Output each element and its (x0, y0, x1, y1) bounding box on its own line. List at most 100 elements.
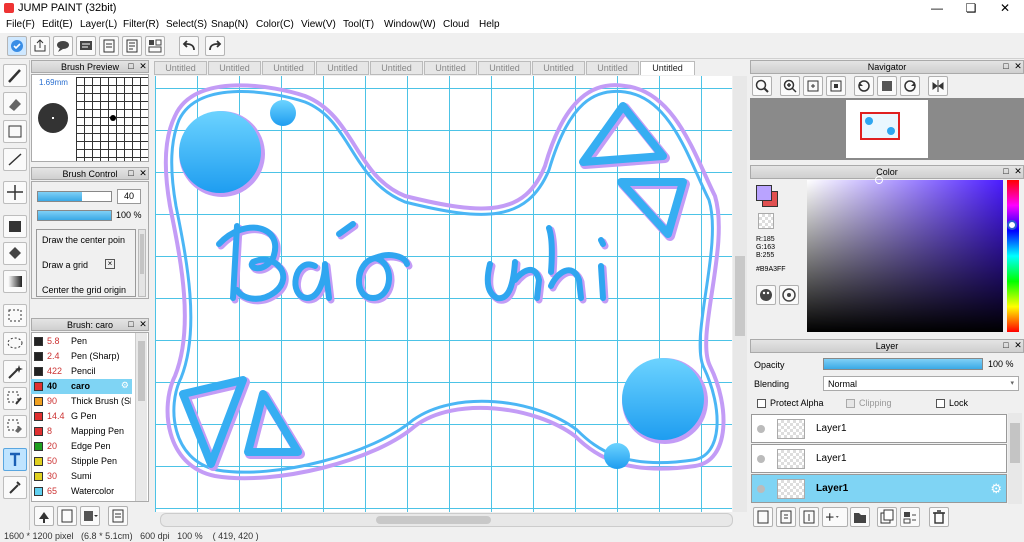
float-icon[interactable]: □ (1001, 62, 1011, 72)
select-pen-icon[interactable] (3, 387, 27, 410)
fit-icon[interactable] (803, 76, 823, 96)
brush-item[interactable]: 5.8 Pen (31, 334, 132, 349)
brush-export-icon[interactable] (108, 506, 128, 526)
brush-list-scrollbar[interactable] (135, 333, 147, 501)
navigator-viewport[interactable] (860, 112, 900, 140)
menu-edit[interactable]: Edit(E) (42, 19, 73, 30)
palette-settings-icon[interactable] (779, 285, 799, 305)
select-eraser-icon[interactable] (3, 415, 27, 438)
rotate-right-icon[interactable] (900, 76, 920, 96)
brush-item[interactable]: 65 Watercolor (31, 484, 132, 499)
menu-file[interactable]: File(F) (6, 19, 35, 30)
gear-icon[interactable]: ⚙ (121, 380, 129, 391)
draw-grid-checkbox[interactable]: × (105, 259, 115, 269)
transparent-color-swatch[interactable] (758, 213, 774, 229)
document-tab[interactable]: Untitled (586, 61, 639, 75)
layout-icon[interactable] (145, 36, 165, 56)
brush-item[interactable]: 8 Mapping Pen (31, 424, 132, 439)
gear-icon[interactable]: ⚙ (990, 481, 1002, 497)
redo-icon[interactable] (205, 36, 225, 56)
hue-slider[interactable] (1007, 180, 1019, 332)
visibility-icon[interactable] (757, 425, 765, 433)
layer-opacity-slider[interactable] (823, 358, 983, 370)
undo-icon[interactable] (179, 36, 199, 56)
float-icon[interactable]: □ (1001, 341, 1011, 351)
merge-layer-icon[interactable] (900, 507, 920, 527)
layer-row[interactable]: Layer1 (751, 444, 1007, 473)
menu-cloud[interactable]: Cloud (443, 19, 469, 30)
brush-menu-icon[interactable] (80, 506, 100, 526)
eraser-tool-icon[interactable] (3, 92, 27, 115)
message-icon[interactable] (76, 36, 96, 56)
menu-color[interactable]: Color(C) (256, 19, 294, 30)
restore-button[interactable]: ❏ (954, 0, 988, 17)
menu-filter[interactable]: Filter(R) (123, 19, 159, 30)
document-tab[interactable]: Untitled (370, 61, 423, 75)
brush-item[interactable]: 40 caro ⚙ (31, 379, 132, 394)
option-draw-center[interactable]: Draw the center poin (42, 235, 125, 245)
new-layer-8bit-icon[interactable] (776, 507, 796, 527)
canvas-vertical-scrollbar[interactable] (733, 76, 747, 512)
layer-list-scrollbar[interactable] (1008, 413, 1022, 504)
brush-item[interactable]: 2.4 Pen (Sharp) (31, 349, 132, 364)
close-icon[interactable]: ✕ (1013, 341, 1023, 351)
document-tab[interactable]: Untitled (640, 61, 695, 75)
document-tab[interactable]: Untitled (154, 61, 207, 75)
menu-view[interactable]: View(V) (301, 19, 336, 30)
rectangle-tool-icon[interactable] (3, 120, 27, 143)
float-icon[interactable]: □ (126, 320, 136, 330)
brush-tool-icon[interactable] (3, 64, 27, 87)
reset-rotation-icon[interactable] (877, 76, 897, 96)
delete-layer-icon[interactable] (929, 507, 949, 527)
document-tab[interactable]: Untitled (478, 61, 531, 75)
color-saturation-value-picker[interactable] (807, 176, 1003, 332)
add-layer-menu-icon[interactable] (822, 507, 848, 527)
actual-size-icon[interactable] (826, 76, 846, 96)
canvas-horizontal-scrollbar[interactable] (160, 513, 733, 527)
close-icon[interactable]: ✕ (138, 62, 148, 72)
menu-layer[interactable]: Layer(L) (80, 19, 117, 30)
protect-alpha-checkbox[interactable] (757, 399, 766, 408)
drawing-canvas[interactable] (155, 76, 732, 512)
document-tab[interactable]: Untitled (208, 61, 261, 75)
fill-rect-tool-icon[interactable] (3, 215, 27, 238)
close-icon[interactable]: ✕ (1013, 62, 1023, 72)
lock-checkbox[interactable] (936, 399, 945, 408)
gradient-tool-icon[interactable] (3, 270, 27, 293)
close-icon[interactable]: ✕ (138, 169, 148, 179)
layer-row[interactable]: Layer1 (751, 414, 1007, 443)
rotate-left-icon[interactable] (854, 76, 874, 96)
duplicate-layer-icon[interactable] (877, 507, 897, 527)
new-layer-icon[interactable] (753, 507, 773, 527)
new-layer-1bit-icon[interactable] (799, 507, 819, 527)
navigator-view[interactable] (750, 98, 1024, 160)
layer-row[interactable]: Layer1 ⚙ (751, 474, 1007, 503)
menu-tool[interactable]: Tool(T) (343, 19, 374, 30)
close-icon[interactable]: ✕ (1013, 167, 1023, 177)
brush-size-slider[interactable] (37, 191, 112, 202)
check-icon[interactable] (7, 36, 27, 56)
lasso-icon[interactable] (3, 332, 27, 355)
zoom-out-icon[interactable] (752, 76, 772, 96)
brush-opacity-slider[interactable] (37, 210, 112, 221)
main-color-swatch[interactable] (756, 185, 772, 201)
menu-select[interactable]: Select(S) (166, 19, 207, 30)
option-center-grid[interactable]: Center the grid origin (42, 285, 126, 295)
zoom-in-icon[interactable] (780, 76, 800, 96)
brush-item[interactable]: 14.4 G Pen (31, 409, 132, 424)
document-icon[interactable] (99, 36, 119, 56)
folder-icon[interactable] (850, 507, 870, 527)
menu-snap[interactable]: Snap(N) (211, 19, 248, 30)
float-icon[interactable]: □ (126, 169, 136, 179)
brush-item[interactable]: 20 Edge Pen (31, 439, 132, 454)
document-tab[interactable]: Untitled (424, 61, 477, 75)
float-icon[interactable]: □ (126, 62, 136, 72)
page-icon[interactable] (122, 36, 142, 56)
brush-item[interactable]: 30 Sumi (31, 469, 132, 484)
bucket-tool-icon[interactable] (3, 242, 27, 265)
move-tool-icon[interactable] (3, 181, 27, 204)
option-draw-grid[interactable]: Draw a grid (42, 260, 88, 270)
line-tool-icon[interactable] (3, 148, 27, 171)
clipping-checkbox[interactable] (846, 399, 855, 408)
visibility-icon[interactable] (757, 455, 765, 463)
